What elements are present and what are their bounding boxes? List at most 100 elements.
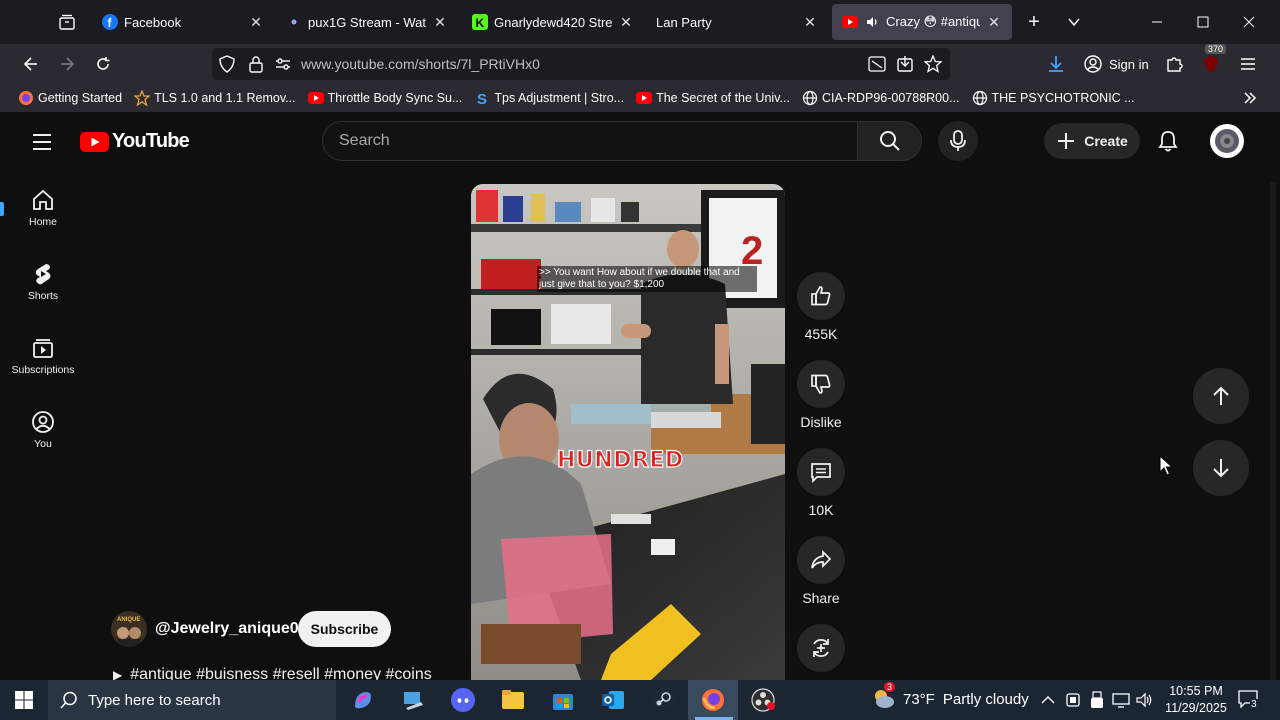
window-close-icon[interactable] [1235, 8, 1263, 36]
weather-temp: 73°F [903, 690, 935, 708]
firefox-taskbar-icon[interactable] [693, 684, 733, 716]
ublock-extension-icon[interactable]: 370 [1197, 44, 1227, 78]
more-bookmarks-chevron-icon[interactable] [1242, 90, 1258, 111]
copilot-icon[interactable] [343, 684, 383, 716]
outlook-icon[interactable] [593, 684, 633, 716]
share-arrow-icon [811, 549, 832, 569]
avatar[interactable] [1210, 124, 1244, 158]
comments-button[interactable]: 10K [797, 448, 845, 518]
close-icon[interactable]: ✕ [802, 14, 818, 30]
clock[interactable]: 10:55 PM 11/29/2025 [1160, 683, 1232, 717]
volume-icon[interactable] [1136, 692, 1154, 713]
share-button[interactable]: Share [797, 536, 845, 606]
back-icon[interactable] [17, 50, 45, 78]
tab-overview-icon[interactable] [53, 8, 81, 36]
channel-avatar[interactable]: ANIQUE [111, 611, 147, 647]
network-icon[interactable] [1112, 692, 1130, 713]
dislike-button[interactable]: Dislike [797, 360, 845, 430]
sidebar-item-subscriptions[interactable]: Subscriptions [0, 336, 86, 376]
close-icon[interactable]: ✕ [432, 14, 448, 30]
hamburger-menu-icon[interactable] [1234, 50, 1262, 78]
tab-youtube-active[interactable]: Crazy 😳 #antique ✕ [832, 4, 1012, 40]
tab-lan-party[interactable]: Lan Party ✕ [646, 4, 828, 40]
steam-icon[interactable] [643, 684, 683, 716]
shield-icon[interactable] [218, 55, 236, 78]
bookmark-secret-universe[interactable]: The Secret of the Univ... [636, 90, 790, 106]
short-video-player[interactable]: 2 >> You want How about if we double tha… [471, 184, 785, 680]
bookmark-star-icon[interactable] [923, 54, 943, 78]
clock-date: 11/29/2025 [1165, 701, 1227, 715]
bookmark-cia-rdp[interactable]: CIA-RDP96-00788R00... [802, 90, 960, 106]
extensions-puzzle-icon[interactable] [1160, 50, 1188, 78]
bookmark-getting-started[interactable]: Getting Started [18, 90, 122, 106]
sidebar-item-shorts[interactable]: Shorts [0, 262, 86, 302]
downloads-icon[interactable] [1042, 50, 1070, 78]
page-scrollbar[interactable] [1270, 182, 1276, 680]
discord-icon[interactable] [443, 684, 483, 716]
bookmark-psychotronic[interactable]: THE PSYCHOTRONIC ... [972, 90, 1135, 106]
tab-pux1g-stream[interactable]: pux1G Stream - Watch l ✕ [276, 4, 458, 40]
windows-start-icon[interactable] [4, 684, 44, 716]
url-bar[interactable]: www.youtube.com/shorts/7l_PRtiVHx0 [212, 48, 950, 80]
minimize-icon[interactable] [1143, 8, 1171, 36]
channel-handle[interactable]: @Jewelry_anique0 [155, 620, 299, 638]
notifications-bell-icon[interactable] [1156, 129, 1180, 158]
sidebar-item-you[interactable]: You [0, 410, 86, 450]
browser-tab-bar: f Facebook ✕ pux1G Stream - Watch l ✕ K … [0, 0, 1280, 44]
video-caption: >> You want How about if we double that … [537, 266, 757, 292]
previous-short-button[interactable] [1193, 368, 1249, 424]
svg-text:S: S [477, 91, 487, 106]
tab-gnarlydewd-stream[interactable]: K Gnarlydewd420 Stream ✕ [462, 4, 644, 40]
sign-in-label: Sign in [1109, 56, 1149, 72]
file-explorer-icon[interactable] [493, 684, 533, 716]
create-button[interactable]: Create [1044, 123, 1140, 159]
forward-icon[interactable] [53, 50, 81, 78]
account-circle-icon [32, 411, 54, 433]
youtube-logo[interactable]: YouTube [80, 130, 190, 153]
remix-button[interactable] [797, 624, 845, 672]
like-button[interactable]: 455K [797, 272, 845, 342]
clock-time: 10:55 PM [1169, 684, 1223, 698]
sidebar-item-label: Home [28, 216, 57, 228]
close-icon[interactable]: ✕ [986, 14, 1002, 30]
lock-icon[interactable] [248, 55, 264, 78]
obs-icon[interactable] [743, 684, 783, 716]
show-hidden-icons-chevron-icon[interactable] [1040, 692, 1056, 713]
video-description[interactable]: ▶ #antique #buisness #resell #money #coi… [113, 666, 432, 680]
search-input[interactable]: Search [322, 121, 858, 161]
bookmark-throttle-body[interactable]: Throttle Body Sync Su... [307, 90, 462, 106]
video-overlay-text: HUNDRED [556, 447, 684, 473]
youtube-favicon-icon [307, 90, 324, 106]
sidebar-item-home[interactable]: Home [0, 188, 86, 228]
subscribe-button[interactable]: Subscribe [298, 611, 391, 647]
file-tools-icon[interactable] [393, 684, 433, 716]
sign-in-button[interactable]: Sign in [1076, 50, 1157, 78]
next-short-button[interactable] [1193, 440, 1249, 496]
tray-app-icon[interactable] [1065, 692, 1081, 713]
translate-page-icon[interactable] [868, 56, 886, 77]
bookmark-tps-adjustment[interactable]: S Tps Adjustment | Stro... [474, 90, 624, 106]
list-tabs-chevron-icon[interactable] [1060, 8, 1088, 36]
microsoft-store-icon[interactable] [543, 684, 583, 716]
reload-icon[interactable] [89, 50, 117, 78]
tab-facebook[interactable]: f Facebook ✕ [92, 4, 274, 40]
speaker-icon[interactable] [864, 14, 880, 30]
search-button[interactable] [858, 121, 922, 161]
mouse-cursor-icon [1159, 454, 1174, 482]
taskbar-search-input[interactable]: Type here to search [48, 680, 336, 720]
close-icon[interactable]: ✕ [248, 14, 264, 30]
page-permissions-icon[interactable] [274, 56, 292, 77]
guide-menu-icon[interactable] [30, 129, 56, 155]
bookmark-tls[interactable]: TLS 1.0 and 1.1 Remov... [134, 90, 296, 106]
notification-center-icon[interactable]: 3 [1238, 690, 1258, 713]
usb-drive-icon[interactable] [1089, 691, 1105, 714]
arrow-down-icon [1213, 459, 1229, 478]
youtube-logo-icon [80, 131, 109, 152]
new-tab-icon[interactable]: + [1020, 8, 1048, 36]
comment-icon [811, 463, 831, 484]
maximize-icon[interactable] [1189, 8, 1217, 36]
voice-search-button[interactable] [938, 121, 978, 161]
save-to-pocket-icon[interactable] [896, 55, 914, 78]
close-icon[interactable]: ✕ [618, 14, 634, 30]
weather-widget[interactable]: 3 73°F Partly cloudy [870, 682, 1029, 712]
